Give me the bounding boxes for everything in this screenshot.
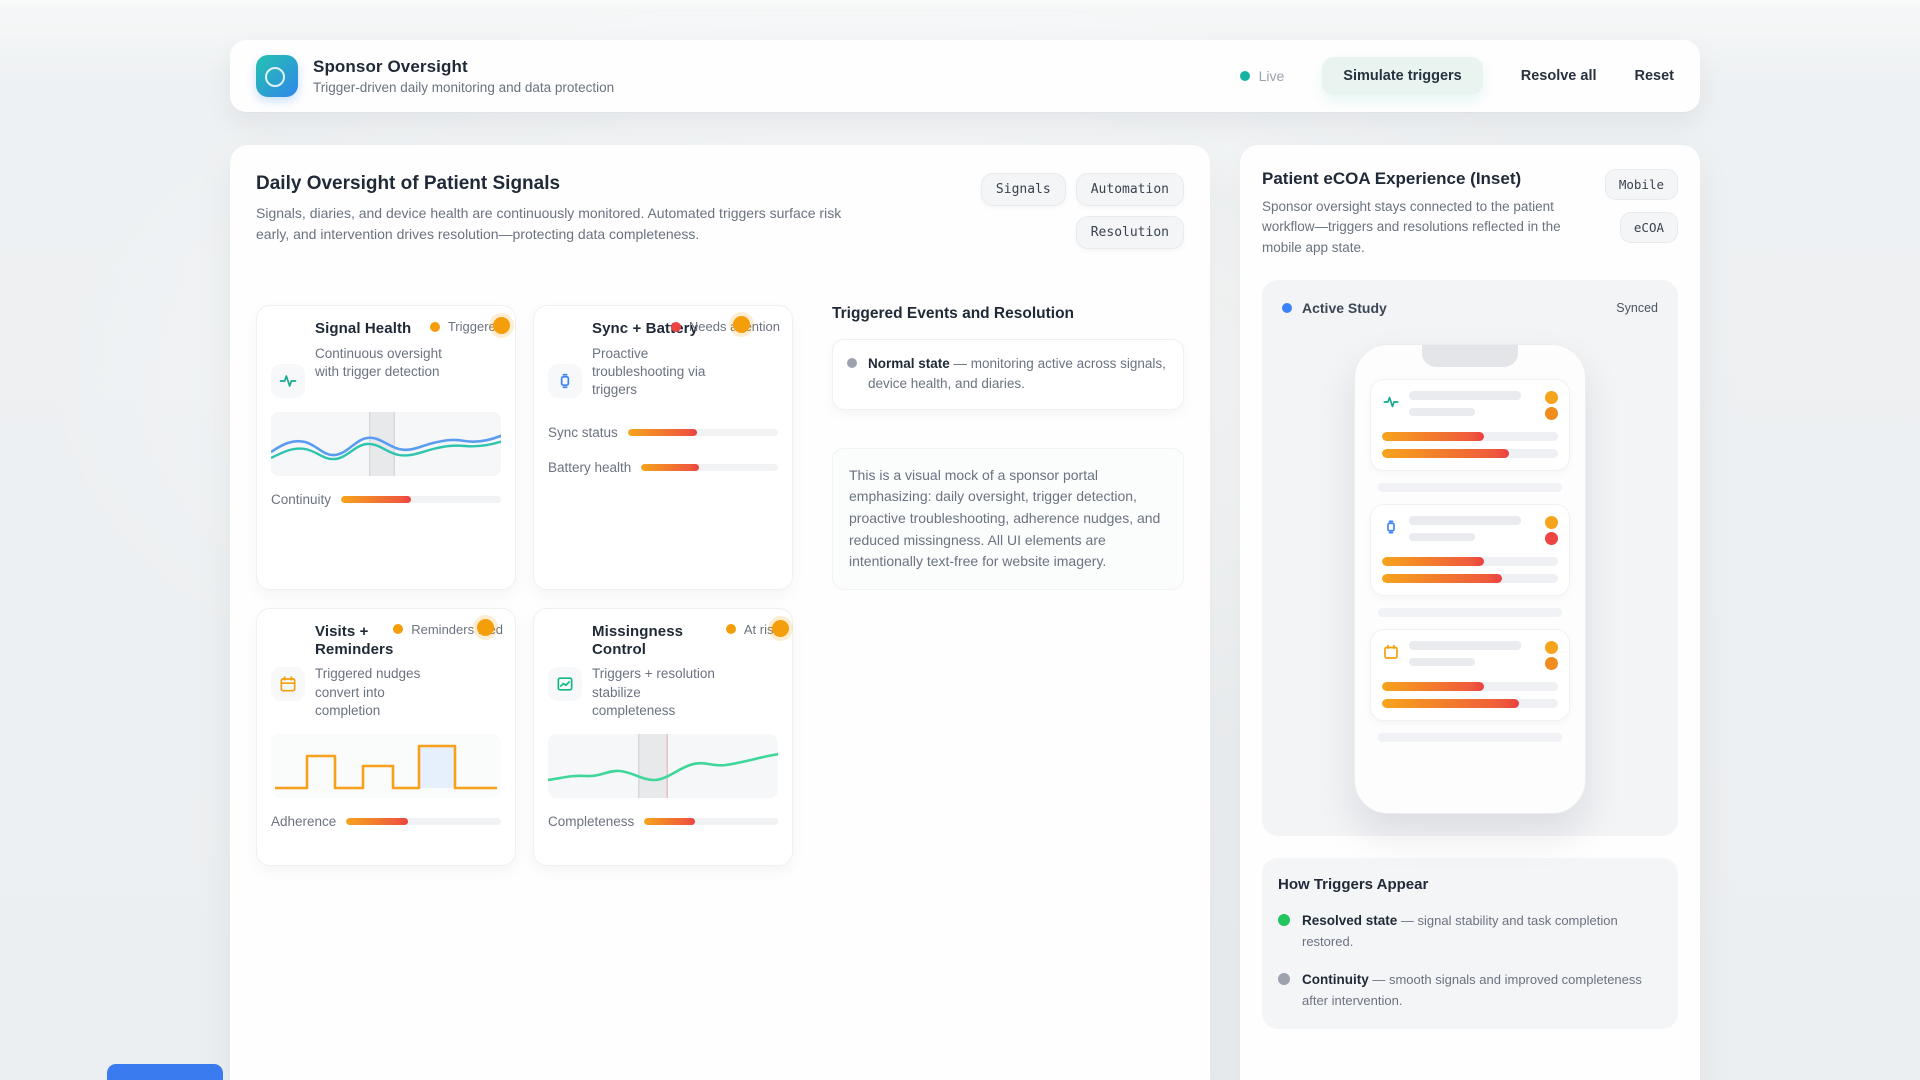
- triggered-events-section: Triggered Events and Resolution Normal s…: [810, 305, 1184, 590]
- ecoa-description: Sponsor oversight stays connected to the…: [1262, 197, 1582, 258]
- chip-automation[interactable]: Automation: [1076, 173, 1184, 206]
- sync-status-track: [628, 429, 778, 436]
- page: Sponsor Oversight Trigger-driven daily m…: [0, 0, 1920, 1080]
- mobile-inset: Active Study Synced: [1262, 280, 1678, 836]
- pulse-icon: [1382, 393, 1400, 411]
- ecoa-panel: Patient eCOA Experience (Inset) Sponsor …: [1240, 145, 1700, 1080]
- signal-health-chart: [271, 412, 501, 476]
- skeleton-line: [1378, 608, 1562, 617]
- calendar-icon: [271, 667, 305, 701]
- continuity-track: [341, 496, 501, 503]
- chip-mobile[interactable]: Mobile: [1605, 169, 1678, 200]
- phone-mockup: [1354, 344, 1586, 814]
- oversight-panel: Daily Oversight of Patient Signals Signa…: [230, 145, 1210, 1080]
- badge-dot-icon: [726, 624, 736, 634]
- completeness-track: [644, 818, 778, 825]
- portal-note: This is a visual mock of a sponsor porta…: [832, 448, 1184, 590]
- ecoa-title: Patient eCOA Experience (Inset): [1262, 169, 1582, 189]
- normal-state-label: Normal state: [868, 356, 950, 371]
- adherence-metric: Adherence: [271, 814, 501, 829]
- completeness-chart: [548, 734, 778, 798]
- top-strip: [0, 0, 1920, 12]
- calendar-icon: [1382, 643, 1400, 661]
- completeness-metric: Completeness: [548, 814, 778, 829]
- phone-card-signals: [1370, 379, 1570, 471]
- watch-icon: [1382, 518, 1400, 536]
- badge-dot-icon: [393, 624, 403, 634]
- resolve-all-button[interactable]: Resolve all: [1521, 68, 1597, 84]
- battery-health-metric: Battery health: [548, 460, 778, 475]
- notification-dots-icon: [1545, 391, 1558, 420]
- card-signal-health: Triggered Signal Health Continuous overs…: [256, 305, 516, 590]
- adherence-track: [346, 818, 501, 825]
- phone-card-device: [1370, 504, 1570, 596]
- badge-dot-icon: [671, 322, 681, 332]
- badge-needs-attention: Needs attention: [671, 319, 780, 334]
- pulse-dot-icon: [493, 317, 510, 334]
- oversight-title: Daily Oversight of Patient Signals: [256, 173, 876, 195]
- pulse-icon: [271, 364, 305, 398]
- app-logo-icon: [256, 55, 298, 97]
- skeleton-line: [1378, 733, 1562, 742]
- adherence-chart: [271, 734, 501, 798]
- sync-status: Synced: [1616, 301, 1658, 315]
- badge-dot-icon: [430, 322, 440, 332]
- how-triggers-title: How Triggers Appear: [1278, 876, 1662, 893]
- trend-icon: [548, 667, 582, 701]
- active-study-label: Active Study: [1302, 300, 1387, 316]
- badge-triggered: Triggered: [430, 319, 503, 334]
- live-indicator: Live: [1240, 68, 1285, 84]
- how-triggers-section: How Triggers Appear Resolved state — sig…: [1262, 858, 1678, 1029]
- trigger-item-continuity: Continuity — smooth signals and improved…: [1278, 970, 1662, 1011]
- continuity-metric: Continuity: [271, 492, 501, 507]
- badge-reminders-fired: Reminders fired: [393, 622, 503, 637]
- oversight-description: Signals, diaries, and device health are …: [256, 203, 876, 245]
- resolved-dot-icon: [1278, 914, 1290, 926]
- trigger-item-resolved: Resolved state — signal stability and ta…: [1278, 911, 1662, 952]
- notification-dots-icon: [1545, 641, 1558, 670]
- card-visits-reminders: Reminders fired Visits + Reminders: [256, 608, 516, 866]
- reset-button[interactable]: Reset: [1635, 68, 1675, 84]
- dock-accent: [107, 1064, 223, 1080]
- pulse-dot-icon: [733, 316, 750, 333]
- live-dot-icon: [1240, 71, 1250, 81]
- phone-notch: [1422, 345, 1518, 367]
- normal-state-card: Normal state — monitoring active across …: [832, 339, 1184, 410]
- battery-health-track: [641, 464, 778, 471]
- app-title: Sponsor Oversight: [313, 57, 614, 77]
- card-sync-battery: Needs attention Sync + Battery Proactive…: [533, 305, 793, 590]
- phone-card-visits: [1370, 629, 1570, 721]
- watch-icon: [548, 364, 582, 398]
- skeleton-line: [1378, 483, 1562, 492]
- live-label: Live: [1259, 68, 1285, 84]
- app-subtitle: Trigger-driven daily monitoring and data…: [313, 80, 614, 95]
- badge-at-risk: At risk: [726, 622, 780, 637]
- chip-ecoa[interactable]: eCOA: [1620, 212, 1678, 243]
- sync-status-metric: Sync status: [548, 425, 778, 440]
- chip-signals[interactable]: Signals: [981, 173, 1066, 206]
- notification-dots-icon: [1545, 516, 1558, 545]
- simulate-triggers-button[interactable]: Simulate triggers: [1322, 57, 1482, 95]
- continuity-dot-icon: [1278, 973, 1290, 985]
- state-dot-icon: [847, 358, 857, 368]
- chip-resolution[interactable]: Resolution: [1076, 216, 1184, 249]
- events-title: Triggered Events and Resolution: [832, 305, 1184, 323]
- pulse-dot-icon: [772, 620, 789, 637]
- card-missingness-control: At risk Missingness Control Triggers + r…: [533, 608, 793, 866]
- study-dot-icon: [1282, 303, 1292, 313]
- app-header: Sponsor Oversight Trigger-driven daily m…: [230, 40, 1700, 112]
- active-study-row: Active Study Synced: [1278, 296, 1662, 320]
